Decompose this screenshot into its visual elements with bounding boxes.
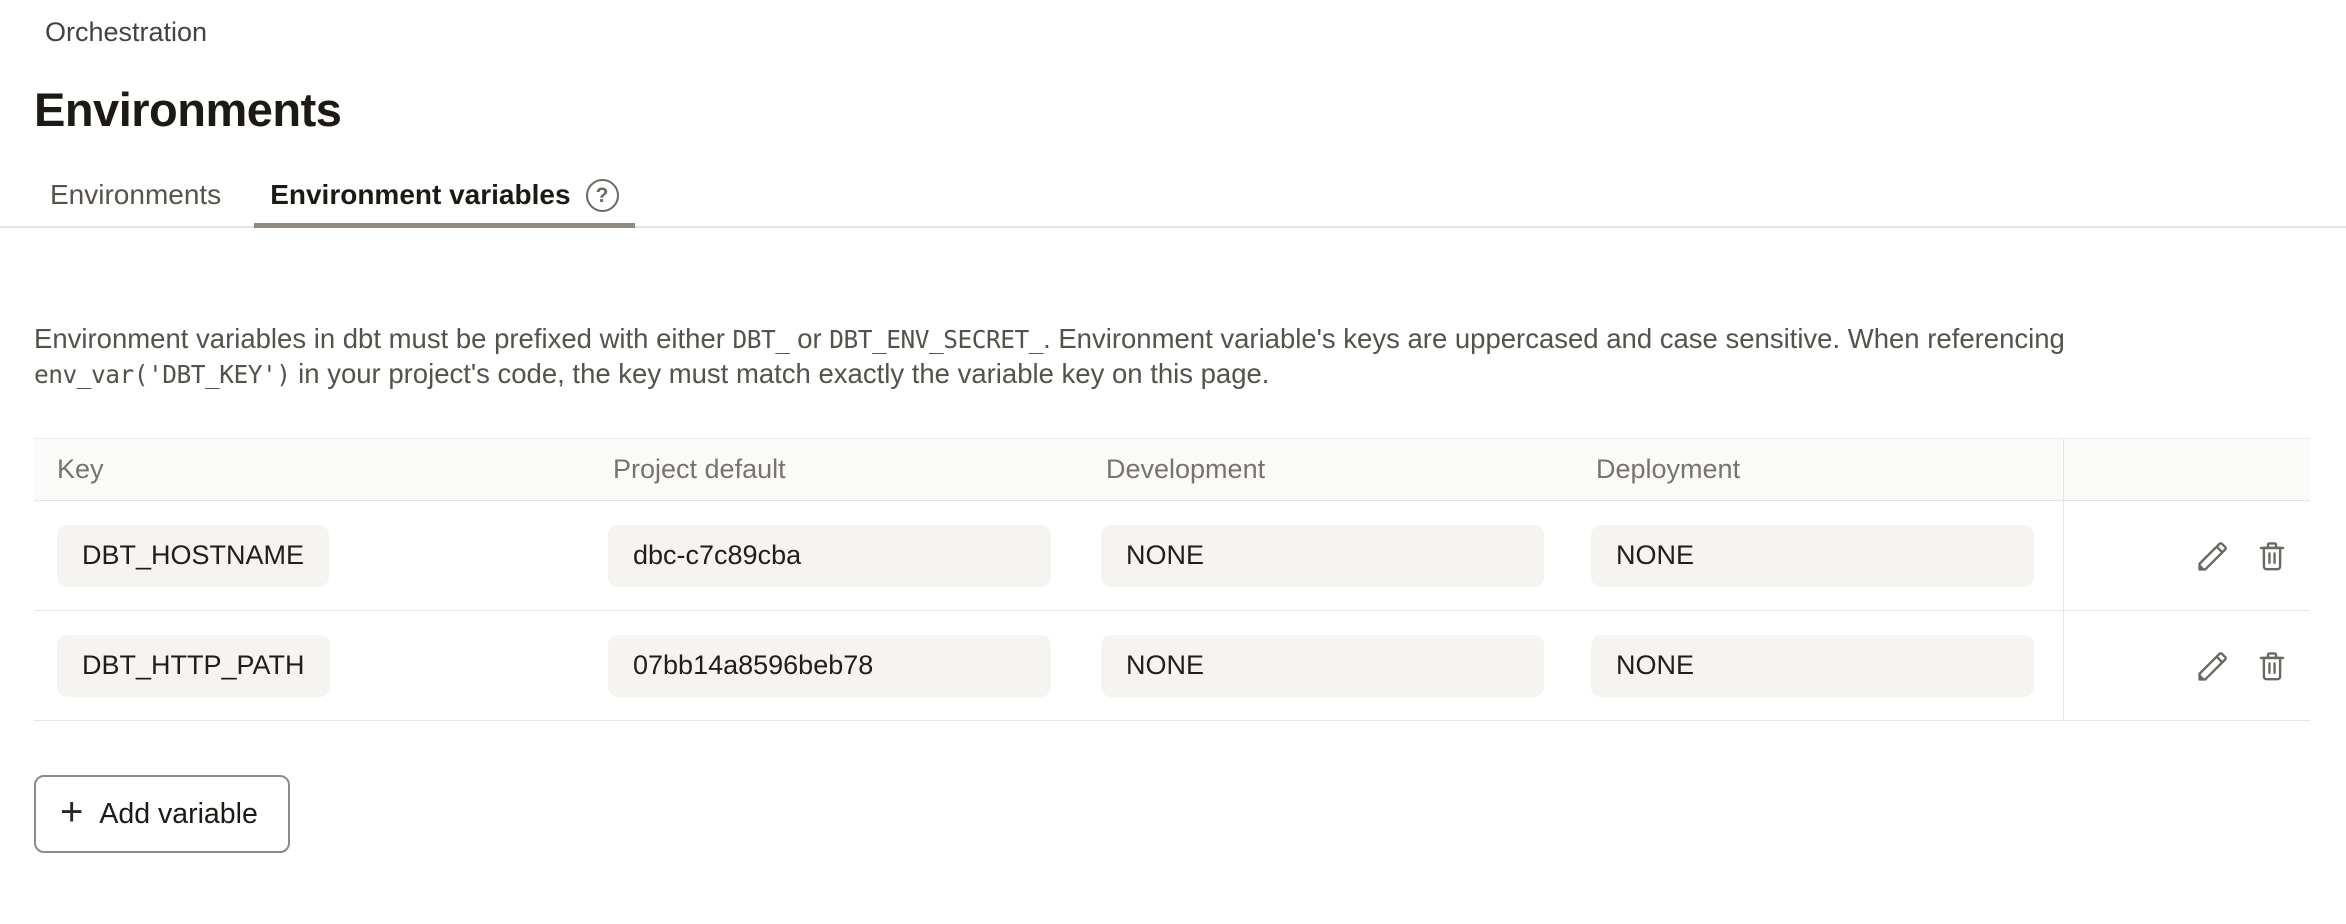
edit-variable-button[interactable]: [2194, 647, 2232, 685]
code-token-dbt-env-secret-prefix: DBT_ENV_SECRET_: [829, 325, 1043, 354]
edit-variable-button[interactable]: [2194, 537, 2232, 575]
deployment-pill: NONE: [1591, 635, 2034, 697]
key-pill: DBT_HOSTNAME: [57, 525, 329, 587]
pencil-icon: [2194, 647, 2232, 685]
row-actions: [2063, 611, 2310, 720]
deployment-pill: NONE: [1591, 525, 2034, 587]
project-default-pill: dbc-c7c89cba: [608, 525, 1051, 587]
column-header-actions: [2063, 439, 2310, 500]
delete-variable-button[interactable]: [2254, 648, 2290, 684]
tabs-bar: Environments Environment variables ?: [0, 164, 2346, 228]
table-header-row: Key Project default Development Deployme…: [34, 439, 2310, 501]
page-title: Environments: [34, 82, 2346, 138]
table-row: DBT_HTTP_PATH 07bb14a8596beb78 NONE NONE: [34, 611, 2310, 721]
development-pill: NONE: [1101, 635, 1544, 697]
code-token-env-var: env_var('DBT_KEY'): [34, 360, 291, 389]
trash-icon: [2254, 538, 2290, 574]
project-default-pill: 07bb14a8596beb78: [608, 635, 1051, 697]
column-header-development: Development: [1101, 454, 1591, 485]
description-segment: Environment variables in dbt must be pre…: [34, 323, 733, 354]
column-header-project-default: Project default: [608, 454, 1101, 485]
tab-environment-variables-label: Environment variables: [270, 178, 570, 212]
help-icon[interactable]: ?: [586, 179, 619, 212]
description-line-2: env_var('DBT_KEY') in your project's cod…: [34, 357, 2346, 392]
plus-icon: +: [60, 792, 83, 832]
key-pill: DBT_HTTP_PATH: [57, 635, 330, 697]
pencil-icon: [2194, 537, 2232, 575]
trash-icon: [2254, 648, 2290, 684]
description-segment: in your project's code, the key must mat…: [291, 358, 1270, 389]
delete-variable-button[interactable]: [2254, 538, 2290, 574]
table-row: DBT_HOSTNAME dbc-c7c89cba NONE NONE: [34, 501, 2310, 611]
description-line-1: Environment variables in dbt must be pre…: [34, 322, 2346, 357]
description-segment: . Environment variable's keys are upperc…: [1043, 323, 2065, 354]
row-actions: [2063, 501, 2310, 610]
development-pill: NONE: [1101, 525, 1544, 587]
code-token-dbt-prefix: DBT_: [733, 325, 790, 354]
tab-environments[interactable]: Environments: [34, 164, 237, 226]
environment-variables-table: Key Project default Development Deployme…: [34, 438, 2310, 721]
add-variable-label: Add variable: [99, 798, 257, 831]
column-header-deployment: Deployment: [1591, 454, 2063, 485]
description-segment: or: [790, 323, 830, 354]
description-text: Environment variables in dbt must be pre…: [34, 322, 2346, 392]
tab-environment-variables[interactable]: Environment variables ?: [254, 164, 634, 226]
column-header-key: Key: [34, 454, 608, 485]
add-variable-button[interactable]: + Add variable: [34, 775, 290, 853]
environment-variables-page: Orchestration Environments Environments …: [0, 16, 2346, 853]
breadcrumb[interactable]: Orchestration: [45, 16, 207, 48]
tab-environments-label: Environments: [50, 178, 221, 212]
